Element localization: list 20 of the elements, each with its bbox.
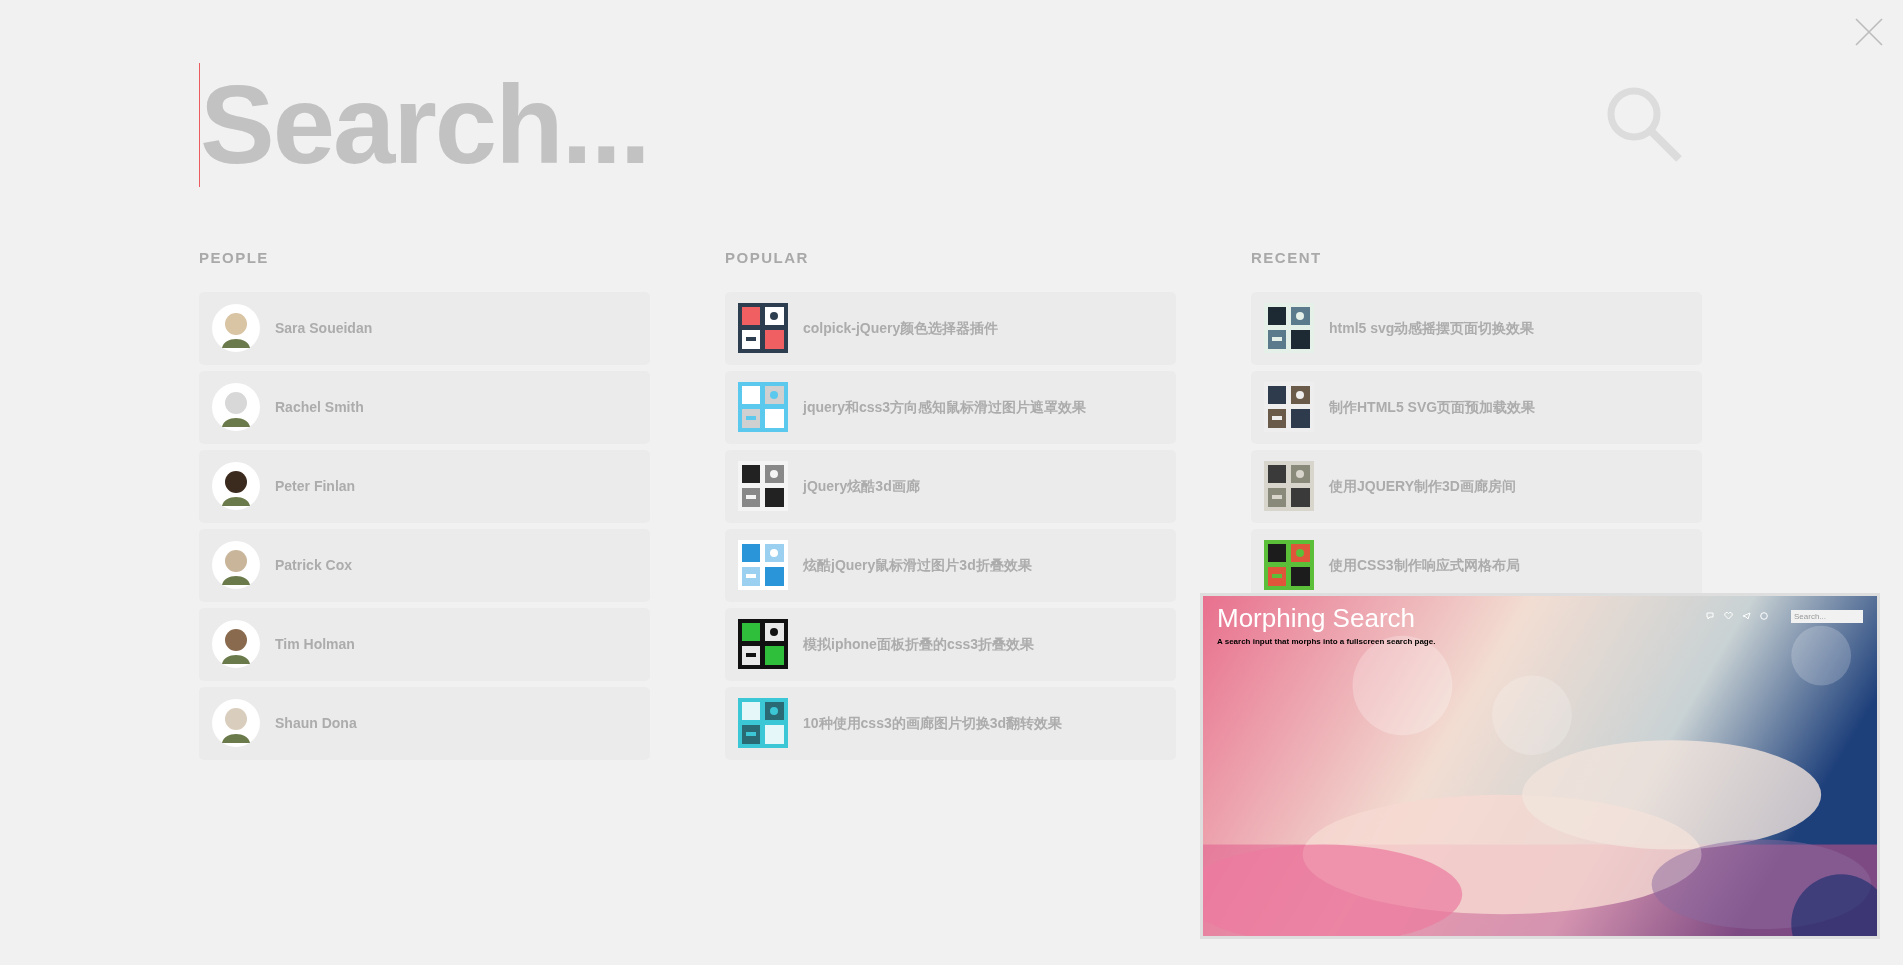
- preview-title: Morphing Search: [1217, 602, 1416, 634]
- preview-subtitle: A search input that morphs into a fullscreen search page.: [1217, 636, 1436, 648]
- article-item[interactable]: 模拟iphone面板折叠的css3折叠效果: [725, 607, 1176, 681]
- person-item[interactable]: Tim Holman: [199, 607, 650, 681]
- section-heading: POPULAR: [725, 248, 809, 268]
- person-item[interactable]: Rachel Smith: [199, 370, 650, 444]
- person-item[interactable]: Sara Soueidan: [199, 291, 650, 365]
- person-item[interactable]: Patrick Cox: [199, 528, 650, 602]
- section-heading: RECENT: [1251, 248, 1322, 268]
- article-item[interactable]: 10种使用css3的画廊图片切换3d翻转效果: [725, 686, 1176, 760]
- article-item[interactable]: 炫酷jQuery鼠标滑过图片3d折叠效果: [725, 528, 1176, 602]
- article-item[interactable]: jquery和css3方向感知鼠标滑过图片遮罩效果: [725, 370, 1176, 444]
- person-item[interactable]: Shaun Dona: [199, 686, 650, 760]
- article-item[interactable]: 使用JQUERY制作3D画廊房间: [1251, 449, 1702, 523]
- article-item[interactable]: html5 svg动感摇摆页面切换效果: [1251, 291, 1702, 365]
- article-item[interactable]: colpick-jQuery颜色选择器插件: [725, 291, 1176, 365]
- person-item[interactable]: Peter Finlan: [199, 449, 650, 523]
- section-heading: PEOPLE: [199, 248, 269, 268]
- article-item[interactable]: jQuery炫酷3d画廊: [725, 449, 1176, 523]
- article-item[interactable]: 制作HTML5 SVG页面预加载效果: [1251, 370, 1702, 444]
